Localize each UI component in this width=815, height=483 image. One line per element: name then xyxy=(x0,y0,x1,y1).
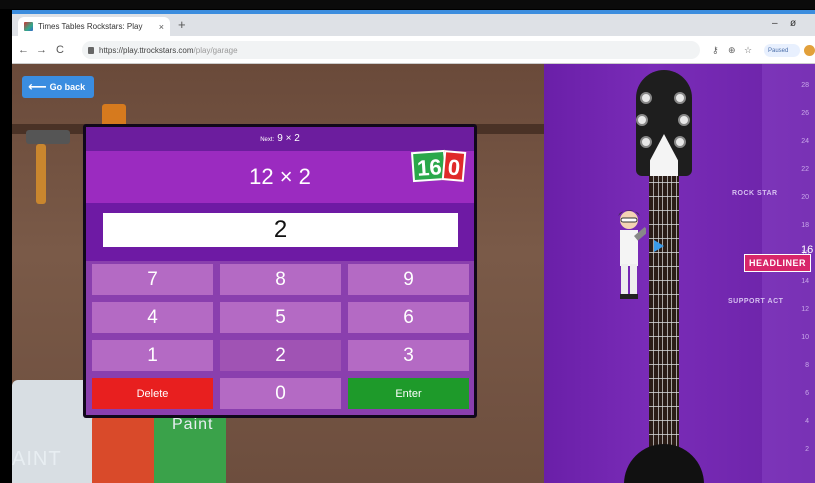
number-keypad: 7 8 9 4 5 6 1 2 3 Delete 0 Enter xyxy=(92,264,469,410)
enter-button[interactable]: Enter xyxy=(348,378,469,409)
guitar-body xyxy=(624,444,704,483)
guitar-string xyxy=(657,176,659,483)
paused-badge[interactable]: Paused xyxy=(764,44,800,57)
paint-can-label: Paint xyxy=(172,416,214,433)
tuning-peg xyxy=(678,114,690,126)
tuning-peg xyxy=(674,92,686,104)
rank-rock-star: ROCK STAR xyxy=(732,190,778,197)
guitar-string xyxy=(653,176,654,483)
go-back-button[interactable]: ⟵ Go back xyxy=(22,76,94,98)
level-number: 2 xyxy=(805,446,809,453)
guitar-string xyxy=(666,176,668,483)
key-7[interactable]: 7 xyxy=(92,264,213,295)
key-0[interactable]: 0 xyxy=(220,378,341,409)
question-panel-inner: Next: 9 × 2 12 × 2 16 0 2 7 8 9 4 5 6 1 2… xyxy=(86,127,474,415)
key-3[interactable]: 3 xyxy=(348,340,469,371)
level-number: 26 xyxy=(801,110,809,117)
guitar-string xyxy=(671,176,672,483)
guitar-string xyxy=(662,176,663,483)
browser-tab[interactable]: Times Tables Rockstars: Play × xyxy=(18,17,170,36)
reload-button[interactable]: C xyxy=(56,44,64,56)
tab-strip: Times Tables Rockstars: Play × + – ø xyxy=(12,14,815,36)
level-number: 4 xyxy=(805,418,809,425)
rockstar-avatar xyxy=(618,210,646,299)
paused-label: Paused xyxy=(768,47,789,54)
back-button[interactable]: ← xyxy=(18,44,29,56)
key-1[interactable]: 1 xyxy=(92,340,213,371)
key-5[interactable]: 5 xyxy=(220,302,341,333)
paint-can-label: AINT xyxy=(12,448,62,470)
level-number: 10 xyxy=(801,334,809,341)
next-label: Next: xyxy=(260,137,275,143)
level-number: 22 xyxy=(801,166,809,173)
key-icon[interactable]: ⚷ xyxy=(712,45,719,56)
forward-button[interactable]: → xyxy=(36,44,47,56)
rank-support-act: SUPPORT ACT xyxy=(728,298,784,305)
level-marker-icon xyxy=(654,240,664,252)
level-number: 6 xyxy=(805,390,809,397)
url-field[interactable]: https://play.ttrockstars.com/play/garage xyxy=(82,41,700,59)
address-bar-row: ← → C https://play.ttrockstars.com/play/… xyxy=(12,36,815,64)
level-number: 14 xyxy=(801,278,809,285)
tuning-peg xyxy=(674,136,686,148)
guitar-neck xyxy=(649,176,679,483)
key-9[interactable]: 9 xyxy=(348,264,469,295)
delete-button[interactable]: Delete xyxy=(92,378,213,409)
tool-handle xyxy=(36,144,46,204)
level-number: 24 xyxy=(801,138,809,145)
hammer-icon xyxy=(26,130,70,144)
minimize-button[interactable]: – xyxy=(772,18,778,29)
rank-headliner-badge: HEADLINER xyxy=(744,254,812,272)
question-panel: Next: 9 × 2 12 × 2 16 0 2 7 8 9 4 5 6 1 2… xyxy=(83,124,477,418)
new-tab-button[interactable]: + xyxy=(178,18,186,32)
site-favicon-icon xyxy=(24,22,33,31)
key-8[interactable]: 8 xyxy=(220,264,341,295)
lock-icon xyxy=(88,46,94,54)
level-number: 20 xyxy=(801,194,809,201)
score-badge: 16 0 xyxy=(410,149,467,183)
tuning-peg xyxy=(640,92,652,104)
window-top-edge xyxy=(0,0,815,9)
arrow-left-icon: ⟵ xyxy=(28,79,47,94)
tuning-peg xyxy=(636,114,648,126)
guitar-string xyxy=(675,176,677,483)
url-host: https://play.ttrockstars.com xyxy=(99,45,194,55)
tuning-peg xyxy=(640,136,652,148)
star-icon[interactable]: ☆ xyxy=(744,45,752,56)
answer-bar: 2 xyxy=(86,203,474,261)
rockstar-stage: 28 26 24 22 20 18 16 14 12 10 8 6 4 2 ROCK STAR SUPPO… xyxy=(544,64,815,483)
level-number: 28 xyxy=(801,82,809,89)
level-number: 18 xyxy=(801,222,809,229)
key-4[interactable]: 4 xyxy=(92,302,213,333)
score-units: 0 xyxy=(442,150,467,182)
key-2[interactable]: 2 xyxy=(220,340,341,371)
profile-avatar[interactable] xyxy=(804,45,815,56)
tab-close-icon[interactable]: × xyxy=(159,22,164,32)
level-number: 12 xyxy=(801,306,809,313)
next-question-bar: Next: 9 × 2 xyxy=(86,127,474,151)
question-text: 12 × 2 xyxy=(249,164,311,189)
tab-title: Times Tables Rockstars: Play xyxy=(38,22,143,31)
zoom-icon[interactable]: ⊕ xyxy=(728,45,736,56)
key-6[interactable]: 6 xyxy=(348,302,469,333)
maximize-button[interactable]: ø xyxy=(790,18,796,29)
next-question: 9 × 2 xyxy=(277,133,300,144)
go-back-label: Go back xyxy=(49,82,86,92)
current-level: 16 xyxy=(801,244,814,256)
level-number: 8 xyxy=(805,362,809,369)
answer-input[interactable]: 2 xyxy=(103,213,458,247)
url-path: /play/garage xyxy=(193,45,238,55)
